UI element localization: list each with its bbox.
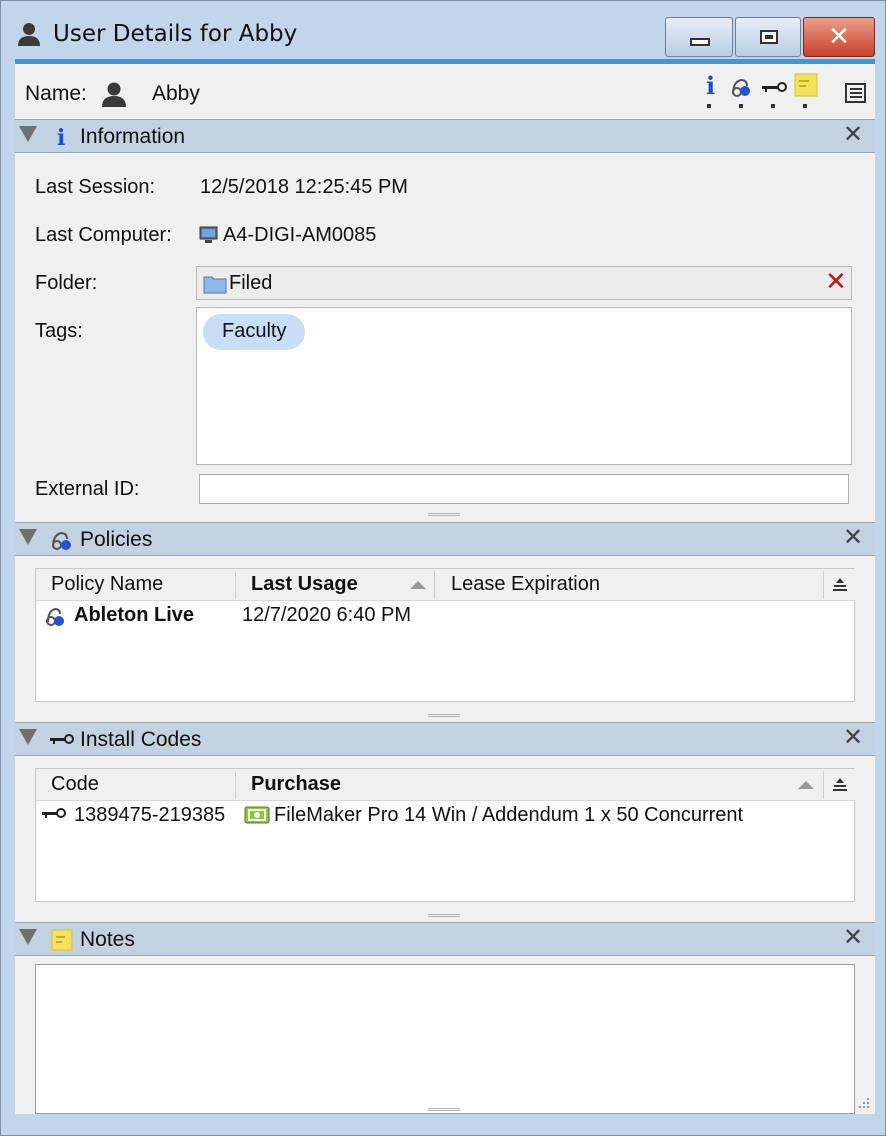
- info-icon: i: [57, 125, 65, 150]
- last-computer-value: A4-DIGI-AM0085: [223, 224, 377, 246]
- column-chooser-icon[interactable]: [832, 577, 848, 593]
- policy-name-cell: Ableton Live: [74, 604, 195, 626]
- notes-section-header[interactable]: Notes ✕: [15, 922, 875, 956]
- policy-icon: [46, 607, 64, 626]
- column-last-usage[interactable]: Last Usage: [251, 573, 358, 596]
- column-policy-name[interactable]: Policy Name: [51, 573, 163, 596]
- information-title: Information: [80, 125, 186, 148]
- collapse-arrow-icon[interactable]: [19, 529, 37, 545]
- install-codes-table: Code Purchase 1389475-219385 FileMaker P…: [35, 768, 856, 902]
- code-cell: 1389475-219385: [74, 804, 226, 826]
- window-content: Name: Abby i i Information ✕ Last Sessio…: [15, 64, 875, 1114]
- tag-faculty[interactable]: Faculty: [203, 314, 306, 350]
- table-row[interactable]: Ableton Live 12/7/2020 6:40 PM: [36, 601, 854, 631]
- close-icon: ✕: [828, 22, 850, 52]
- column-purchase[interactable]: Purchase: [251, 773, 341, 796]
- user-details-window: User Details for Abby ✕ Name: Abby i i I…: [0, 0, 886, 1136]
- list-view-icon[interactable]: [845, 82, 867, 104]
- policies-title: Policies: [80, 528, 153, 551]
- user-icon: [18, 23, 40, 46]
- close-section-icon[interactable]: ✕: [841, 120, 865, 150]
- column-code[interactable]: Code: [51, 773, 99, 796]
- resize-grip-icon[interactable]: [853, 1094, 871, 1112]
- folder-label: Folder:: [35, 272, 98, 294]
- info-icon: i: [706, 71, 715, 100]
- svg-text:i: i: [57, 125, 65, 150]
- close-section-icon[interactable]: ✕: [841, 723, 865, 753]
- user-name: Abby: [152, 82, 200, 105]
- info-toolbar-button[interactable]: i: [697, 71, 723, 110]
- notes-toolbar-button[interactable]: [793, 72, 819, 110]
- notes-textarea[interactable]: [35, 964, 855, 1114]
- splitter-grip[interactable]: [428, 1108, 460, 1111]
- note-icon: [794, 73, 818, 97]
- close-section-icon[interactable]: ✕: [841, 923, 865, 953]
- key-icon: [50, 734, 74, 744]
- install-codes-title: Install Codes: [80, 728, 202, 751]
- table-row[interactable]: 1389475-219385 FileMaker Pro 14 Win / Ad…: [36, 801, 854, 831]
- notes-body: [15, 956, 875, 1114]
- policies-table: Policy Name Last Usage Lease Expiration: [35, 568, 856, 702]
- notes-title: Notes: [80, 928, 135, 951]
- policies-body: Policy Name Last Usage Lease Expiration: [15, 556, 875, 722]
- minimize-icon: [690, 38, 710, 46]
- purchase-cell: FileMaker Pro 14 Win / Addendum 1 x 50 C…: [274, 804, 744, 826]
- minimize-button[interactable]: [665, 17, 733, 57]
- policy-toolbar-button[interactable]: [729, 72, 755, 110]
- collapse-arrow-icon[interactable]: [19, 126, 37, 142]
- key-icon: [762, 82, 787, 92]
- splitter-grip[interactable]: [428, 513, 460, 516]
- close-button[interactable]: ✕: [803, 17, 875, 57]
- last-computer-label: Last Computer:: [35, 224, 172, 246]
- column-lease-expiration[interactable]: Lease Expiration: [451, 573, 600, 596]
- table-header: Code Purchase: [36, 769, 856, 801]
- collapse-arrow-icon[interactable]: [19, 729, 37, 745]
- collapse-arrow-icon[interactable]: [19, 929, 37, 945]
- note-icon: [51, 929, 73, 951]
- splitter-grip[interactable]: [428, 714, 460, 717]
- column-chooser-icon[interactable]: [832, 777, 848, 793]
- maximize-icon: [760, 30, 778, 44]
- name-row: Name: Abby i: [15, 64, 875, 120]
- folder-field[interactable]: Filed ✕: [196, 266, 852, 300]
- tags-field[interactable]: Faculty: [196, 307, 852, 465]
- install-codes-body: Code Purchase 1389475-219385 FileMaker P…: [15, 756, 875, 922]
- name-label: Name:: [25, 82, 87, 105]
- policy-icon: [52, 531, 71, 550]
- policies-section-header[interactable]: Policies ✕: [15, 522, 875, 556]
- sort-ascending-icon: [798, 781, 814, 789]
- tags-label: Tags:: [35, 320, 83, 342]
- close-section-icon[interactable]: ✕: [841, 523, 865, 553]
- computer-icon: [199, 226, 218, 243]
- external-id-input[interactable]: [199, 474, 849, 504]
- user-avatar-icon: [102, 82, 126, 107]
- window-title: User Details for Abby: [53, 21, 298, 47]
- last-session-value: 12/5/2018 12:25:45 PM: [200, 176, 408, 198]
- folder-value: Filed: [229, 272, 273, 294]
- purchase-icon: [244, 806, 270, 824]
- last-usage-cell: 12/7/2020 6:40 PM: [242, 604, 412, 626]
- sort-ascending-icon: [410, 581, 426, 589]
- last-session-label: Last Session:: [35, 176, 156, 198]
- install-codes-section-header[interactable]: Install Codes ✕: [15, 722, 875, 756]
- clear-folder-icon[interactable]: ✕: [825, 267, 847, 297]
- splitter-grip[interactable]: [428, 914, 460, 917]
- install-codes-toolbar-button[interactable]: [761, 72, 787, 110]
- information-body: Last Session: 12/5/2018 12:25:45 PM Last…: [15, 153, 875, 521]
- svg-text:i: i: [706, 72, 715, 100]
- policy-icon: [732, 78, 750, 97]
- maximize-button[interactable]: [735, 17, 801, 57]
- external-id-label: External ID:: [35, 478, 140, 500]
- information-section-header[interactable]: i Information ✕: [15, 119, 875, 153]
- table-header: Policy Name Last Usage Lease Expiration: [36, 569, 856, 601]
- folder-icon: [203, 276, 227, 294]
- title-bar[interactable]: User Details for Abby ✕: [1, 1, 885, 61]
